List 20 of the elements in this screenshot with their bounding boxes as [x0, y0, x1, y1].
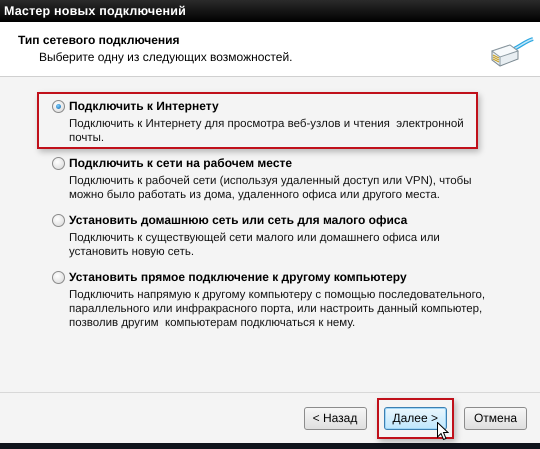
option-label[interactable]: Установить прямое подключение к другому компьютеру — [69, 270, 407, 284]
option-description: Подключить к существующей сети малого или домашнего офиса или установить новую сеть. — [69, 231, 440, 259]
cursor-icon — [436, 422, 448, 440]
wizard-button[interactable]: < Назад — [304, 406, 366, 430]
network-plug-icon — [490, 37, 534, 69]
option-description: Подключить напрямую к другому компьютеру с помощью последовательного, параллельного или инфракрасного порта, или настроить данный компьютер, позволив другим компьютерам подключаться к нему. — [69, 288, 486, 330]
option-description: Подключить к Интернету для просмотра веб-узлов и чтения электронной почты. — [69, 117, 464, 145]
wizard-button[interactable]: Далее > — [384, 406, 447, 430]
header-subtitle: Выберите одну из следующих возможностей. — [39, 50, 292, 64]
header-title: Тип сетевого подключения — [18, 33, 180, 47]
radio-button[interactable] — [52, 214, 65, 226]
option-description: Подключить к рабочей сети (используя удаленный доступ или VPN), чтобы можно было работать из дома, удаленного офиса или другого места. — [69, 174, 472, 202]
window-title: Мастер новых подключений — [4, 4, 186, 18]
option-label[interactable]: Подключить к Интернету — [69, 99, 219, 113]
radio-button[interactable] — [52, 270, 65, 284]
radio-button[interactable] — [52, 100, 65, 112]
option-label[interactable]: Установить домашнюю сеть или сеть для малого офиса — [69, 213, 408, 227]
radio-button[interactable] — [52, 156, 65, 170]
wizard-button[interactable]: Отмена — [464, 406, 527, 430]
option-label[interactable]: Подключить к сети на рабочем месте — [69, 156, 292, 170]
